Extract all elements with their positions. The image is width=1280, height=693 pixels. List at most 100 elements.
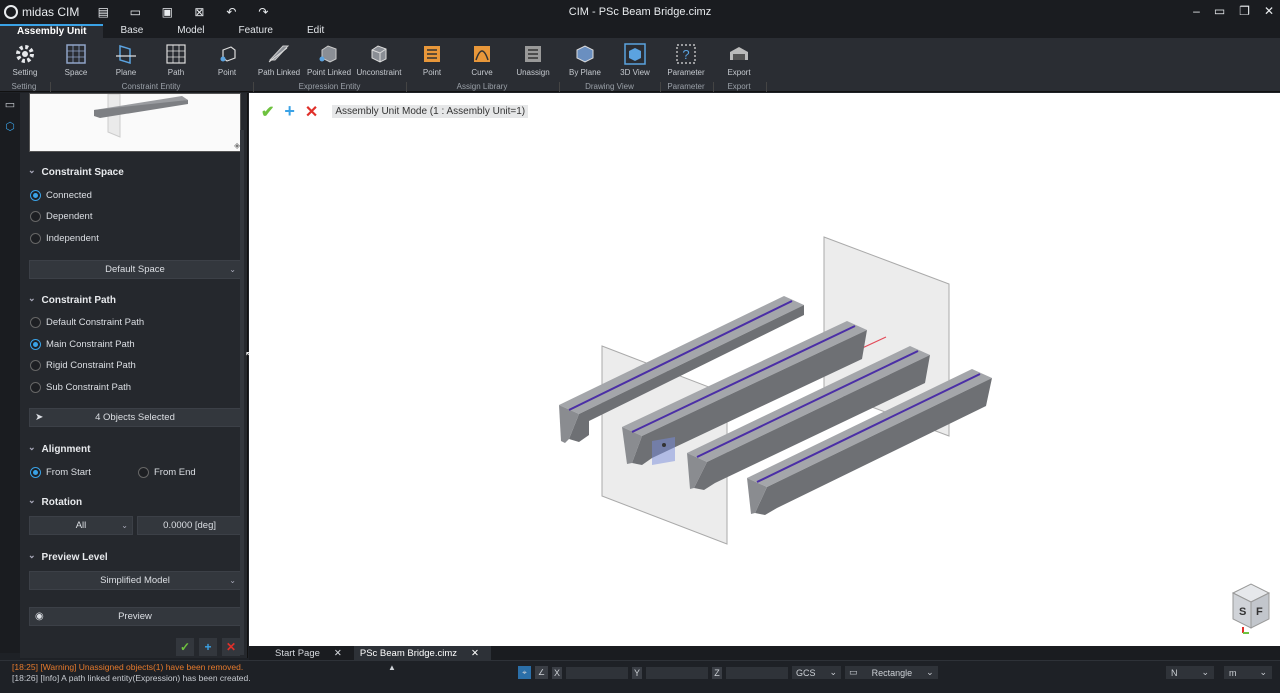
constraint-path-header[interactable]: Constraint Path [28,295,116,306]
model-tree-icon[interactable]: ⬡ [0,115,20,137]
radio-rigid-constraint-path[interactable]: Rigid Constraint Path [30,360,136,371]
plane-button[interactable]: Plane [101,42,151,77]
path-linked-icon [268,45,290,63]
save-icon[interactable]: ▣ [159,5,175,19]
bridge-model-view: S F [559,236,1271,634]
radio-connected[interactable]: Connected [30,190,92,201]
tile-icon[interactable]: ▭ [1214,4,1225,18]
menu-tab-edit[interactable]: Edit [290,24,341,38]
thumbnail-preview-image: ◈ [94,94,240,150]
radio-dot-selected [30,339,41,350]
new-file-icon[interactable]: ▤ [95,5,111,19]
path-linked-button[interactable]: Path Linked [254,42,304,77]
svg-text:S: S [1239,606,1246,618]
3d-viewport[interactable]: ✔ + ✕ Assembly Unit Mode (1 : Assembly U… [249,93,1280,646]
curve-button[interactable]: Curve [457,42,507,77]
menu-tab-assembly-unit[interactable]: Assembly Unit [0,24,104,38]
side-icon-bar: ▭ ⬡ [0,93,20,653]
group-expression-entity-label: Expression Entity [298,82,361,91]
radio-dot [30,233,41,244]
coord-system-select[interactable]: GCS ⌄ [792,666,842,679]
panel-scrollbar[interactable] [240,130,244,655]
ribbon: Setting Space Plane Path Point Path Link… [0,38,1280,92]
assign-point-icon [424,46,440,62]
document-tabs: Start Page ✕ PSc Beam Bridge.cimz ✕ [249,646,1280,660]
chevron-down-icon: ⌄ [121,521,128,530]
angle-icon[interactable]: ∠ [535,666,548,679]
tab-psc-beam-bridge[interactable]: PSc Beam Bridge.cimz ✕ [353,646,491,660]
point-button[interactable]: Point [202,42,252,77]
setting-button[interactable]: Setting [0,42,50,77]
log-expand-icon[interactable]: ▲ [388,663,396,672]
menu-tab-model[interactable]: Model [160,24,221,38]
close-tab-icon[interactable]: ✕ [471,648,479,660]
radio-from-start[interactable]: From Start [30,467,91,478]
3d-view-button[interactable]: 3D View [610,42,660,77]
mouse-cursor-icon: ↖ [245,350,254,361]
parameter-button[interactable]: ? Parameter [661,42,711,77]
selection-mode-select[interactable]: ▭ Rectangle ⌄ [845,666,938,679]
point-linked-icon [319,45,337,63]
minimize-icon[interactable]: – [1193,4,1200,18]
add-button[interactable]: + [199,638,217,656]
group-constraint-entity-label: Constraint Entity [121,82,181,91]
export-button[interactable]: Export [714,42,764,77]
pointer-icon: ➤ [35,412,44,423]
chevron-down-icon: ⌄ [1201,667,1209,677]
parameter-icon: ? [676,44,696,64]
save-as-icon[interactable]: ⊠ [191,5,207,19]
z-coordinate-field[interactable] [726,666,788,679]
constraint-space-header[interactable]: Constraint Space [28,167,124,178]
snap-icon[interactable]: ⌖ [518,666,531,679]
radio-default-constraint-path[interactable]: Default Constraint Path [30,317,144,328]
svg-text:?: ? [682,47,689,62]
selection-marker [652,437,675,465]
rotation-header[interactable]: Rotation [28,497,83,508]
preview-level-select[interactable]: Simplified Model ⌄ [29,571,241,590]
plane-icon [116,44,136,65]
y-coordinate-field[interactable] [646,666,708,679]
rotation-axis-select[interactable]: All ⌄ [29,516,133,535]
unconstraint-button[interactable]: Unconstraint [354,42,404,77]
restore-icon[interactable]: ❐ [1239,4,1250,18]
tab-start-page[interactable]: Start Page ✕ [249,646,354,660]
rotation-angle-input[interactable]: 0.0000 [deg] [137,516,241,535]
by-plane-icon [576,45,594,63]
eye-icon: ◉ [35,611,44,622]
length-unit-select[interactable]: m ⌄ [1224,666,1272,679]
menu-tab-feature[interactable]: Feature [222,24,290,38]
by-plane-button[interactable]: By Plane [560,42,610,77]
radio-main-constraint-path[interactable]: Main Constraint Path [30,339,135,350]
preview-level-header[interactable]: Preview Level [28,552,108,563]
properties-panel: ◈ Constraint Space Connected Dependent I… [20,93,248,658]
point-linked-button[interactable]: Point Linked [304,42,354,77]
radio-dependent[interactable]: Dependent [30,211,92,222]
x-coordinate-field[interactable] [566,666,628,679]
radio-independent[interactable]: Independent [30,233,99,244]
path-button[interactable]: Path [151,42,201,77]
menu-tab-base[interactable]: Base [103,24,160,38]
space-button[interactable]: Space [51,42,101,77]
close-tab-icon[interactable]: ✕ [334,648,342,660]
space-select[interactable]: Default Space ⌄ [29,260,241,279]
log-warning: [18:25] [Warning] Unassigned objects(1) … [12,662,244,672]
undo-icon[interactable]: ↶ [223,5,239,19]
object-select-button[interactable]: ➤ 4 Objects Selected [29,408,241,427]
window-controls: – ▭ ❐ ✕ [1193,4,1274,18]
force-unit-select[interactable]: N ⌄ [1166,666,1214,679]
close-icon[interactable]: ✕ [1264,4,1274,18]
unassign-button[interactable]: Unassign [508,42,558,77]
log-info: [18:26] [Info] A path linked entity(Expr… [12,673,251,683]
assign-point-button[interactable]: Point [407,42,457,77]
apply-button[interactable]: ✓ [176,638,194,656]
menu-bar: Assembly Unit Base Model Feature Edit [0,24,1280,38]
radio-sub-constraint-path[interactable]: Sub Constraint Path [30,382,131,393]
message-icon[interactable]: ▭ [0,93,20,115]
alignment-header[interactable]: Alignment [28,444,91,455]
chevron-down-icon: ⌄ [229,265,236,274]
preview-button[interactable]: ◉ Preview [29,607,241,626]
radio-from-end[interactable]: From End [138,467,196,478]
open-folder-icon[interactable]: ▭ [127,5,143,19]
cancel-button[interactable]: ✕ [222,638,240,656]
redo-icon[interactable]: ↷ [255,5,271,19]
